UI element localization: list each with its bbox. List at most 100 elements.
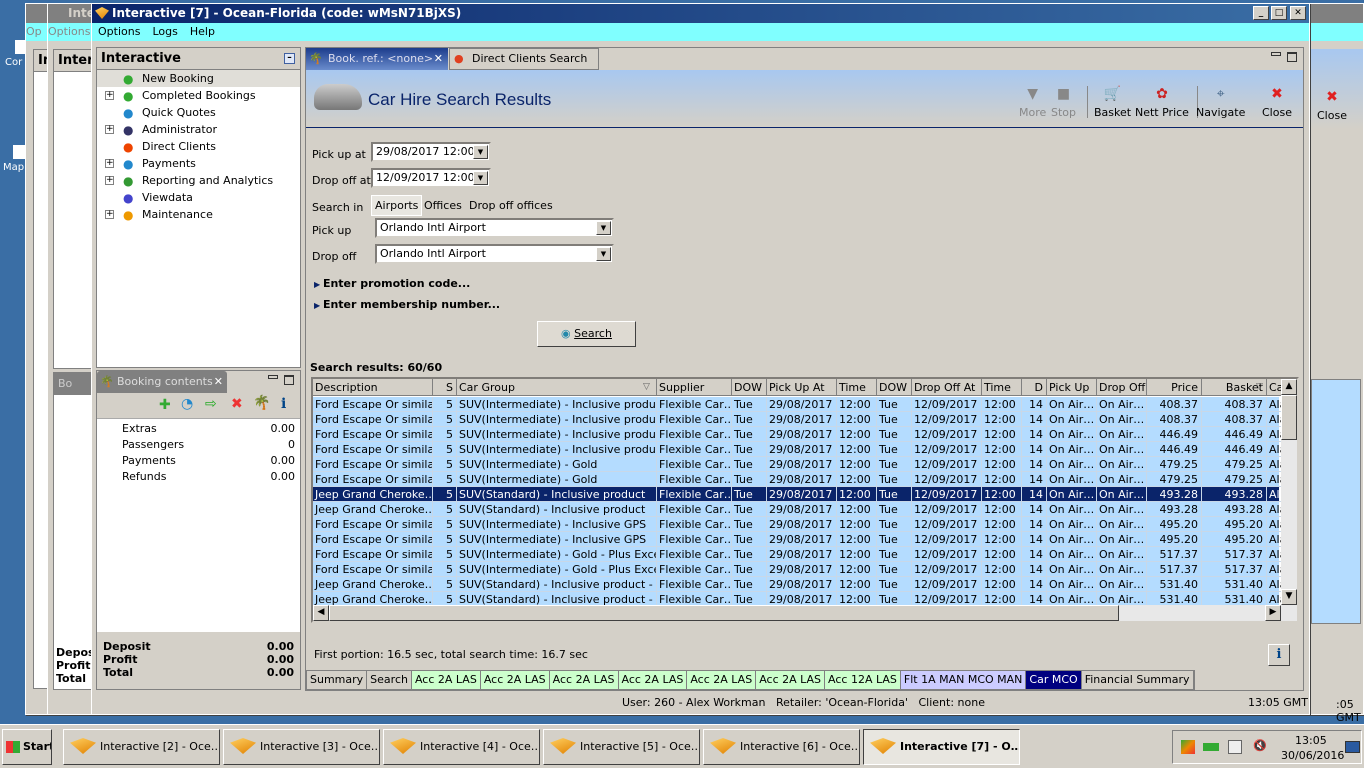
menu-help[interactable]: Help	[184, 25, 221, 38]
scroll-down-icon[interactable]: ▼	[1281, 589, 1297, 605]
taskbar-item[interactable]: Interactive [2] - Oce…	[63, 729, 220, 765]
nav-item[interactable]: + ● Reporting and Analytics	[97, 172, 300, 189]
search-button[interactable]: ◉ Search	[537, 321, 636, 347]
minimize-panel-icon[interactable]	[268, 375, 278, 379]
close-tab-icon[interactable]: ✕	[434, 48, 443, 70]
bottom-tab[interactable]: Acc 12A LAS	[825, 671, 901, 689]
scroll-up-icon[interactable]: ▲	[1281, 379, 1297, 395]
dropdown-arrow-icon[interactable]: ▼	[473, 171, 488, 185]
search-in-dropoff-offices[interactable]: Drop off offices	[469, 199, 553, 212]
palm-tree-icon[interactable]: 🌴	[253, 395, 270, 411]
taskbar-item[interactable]: Interactive [5] - Oce…	[543, 729, 700, 765]
taskbar-item[interactable]: Interactive [6] - Oce…	[703, 729, 860, 765]
bottom-tab[interactable]: Acc 2A LAS	[756, 671, 826, 689]
column-header[interactable]: Price	[1147, 379, 1202, 396]
tab-direct-clients-search[interactable]: ● Direct Clients Search	[449, 48, 599, 70]
bottom-tab[interactable]: Acc 2A LAS	[549, 671, 619, 689]
nav-item[interactable]: ● Direct Clients	[97, 138, 300, 155]
close-tab-icon[interactable]: ✕	[214, 371, 223, 393]
maximize-button[interactable]: □	[1271, 6, 1287, 20]
nav-item[interactable]: + ● Completed Bookings	[97, 87, 300, 104]
filter-icon[interactable]: ▽	[643, 379, 653, 396]
table-row[interactable]: Ford Escape Or simila… 5 SUV(Intermediate)…	[313, 532, 1285, 547]
promotion-code-expander[interactable]: ▶ Enter promotion code...	[314, 277, 470, 290]
column-header[interactable]: Drop Off At	[912, 379, 982, 396]
table-row[interactable]: Ford Escape Or simila… 5 SUV(Intermediate)…	[313, 472, 1285, 487]
nav-item[interactable]: + ● Maintenance	[97, 206, 300, 223]
back-close-button[interactable]: ✖ Close	[1317, 89, 1347, 122]
bottom-tab[interactable]: Acc 2A LAS	[411, 671, 481, 689]
show-desktop-icon[interactable]	[1345, 741, 1360, 753]
menu-logs[interactable]: Logs	[146, 25, 183, 38]
tab-booking-ref[interactable]: 🌴 Book. ref.: <none> ✕	[306, 48, 448, 70]
pickup-location-select[interactable]: Orlando Intl Airport ▼	[375, 218, 614, 238]
membership-number-expander[interactable]: ▶ Enter membership number...	[314, 298, 500, 311]
table-row[interactable]: Jeep Grand Cheroke… 5 SUV(Standard) - Incl…	[313, 487, 1285, 502]
nav-item[interactable]: + ● Administrator	[97, 121, 300, 138]
minimize-button[interactable]: _	[1253, 6, 1269, 20]
bottom-tab[interactable]: Acc 2A LAS	[480, 671, 550, 689]
bottom-tab[interactable]: Car MCO	[1026, 671, 1082, 689]
column-header[interactable]: Car Group	[457, 379, 657, 396]
column-header[interactable]: Time	[837, 379, 877, 396]
column-header[interactable]: Description	[313, 379, 433, 396]
column-header[interactable]: Pick Up At	[767, 379, 837, 396]
nett-price-button[interactable]: ✿ Nett Price	[1135, 86, 1189, 119]
nav-item[interactable]: ● Viewdata	[97, 189, 300, 206]
taskbar-item[interactable]: Interactive [3] - Oce…	[223, 729, 380, 765]
dropoff-datetime-field[interactable]: 12/09/2017 12:00 ▼	[371, 168, 491, 188]
basket-button[interactable]: 🛒 Basket	[1094, 86, 1131, 119]
horizontal-scrollbar[interactable]: ◀ ▶	[313, 605, 1297, 621]
more-button[interactable]: ▼ More	[1019, 86, 1046, 119]
expand-icon[interactable]: +	[105, 125, 114, 134]
bottom-tab[interactable]: Flt 1A MAN MCO MAN	[900, 671, 1027, 689]
scroll-right-icon[interactable]: ▶	[1265, 605, 1281, 621]
table-row[interactable]: Jeep Grand Cheroke… 5 SUV(Standard) - Incl…	[313, 577, 1285, 592]
table-row[interactable]: Ford Escape Or simila… 5 SUV(Intermediate)…	[313, 562, 1285, 577]
bottom-tab[interactable]: Acc 2A LAS	[618, 671, 688, 689]
search-in-offices[interactable]: Offices	[424, 199, 462, 212]
column-header[interactable]: Pick Up	[1047, 379, 1097, 396]
column-header[interactable]: Drop Off	[1097, 379, 1147, 396]
navigate-button[interactable]: ⌖ Navigate	[1196, 86, 1245, 119]
bottom-tab[interactable]: Summary	[307, 671, 368, 689]
nav-item[interactable]: + ● Payments	[97, 155, 300, 172]
expand-icon[interactable]: +	[105, 210, 114, 219]
expand-icon[interactable]: +	[105, 91, 114, 100]
table-row[interactable]: Ford Escape Or simila… 5 SUV(Intermediate)…	[313, 442, 1285, 457]
taskbar-item[interactable]: Interactive [7] - O…	[863, 729, 1020, 765]
dropdown-arrow-icon[interactable]: ▼	[473, 145, 488, 159]
info-icon[interactable]: i	[281, 396, 286, 412]
column-header[interactable]: DOW	[732, 379, 767, 396]
column-header[interactable]: D	[1022, 379, 1047, 396]
close-window-button[interactable]: ✕	[1290, 6, 1306, 20]
table-row[interactable]: Ford Escape Or simila… 5 SUV(Intermediate)…	[313, 397, 1285, 412]
search-in-airports[interactable]: Airports	[371, 195, 423, 216]
table-row[interactable]: Ford Escape Or simila… 5 SUV(Intermediate)…	[313, 517, 1285, 532]
antivirus-icon[interactable]	[1181, 740, 1195, 754]
booking-contents-tab[interactable]: 🌴 Booking contents ✕	[97, 371, 227, 393]
taskbar-item[interactable]: Interactive [4] - Oce…	[383, 729, 540, 765]
table-row[interactable]: Ford Escape Or simila… 5 SUV(Intermediate)…	[313, 547, 1285, 562]
minimize-panel-icon[interactable]	[1271, 52, 1281, 56]
scroll-left-icon[interactable]: ◀	[313, 605, 329, 621]
table-row[interactable]: Ford Escape Or simila… 5 SUV(Intermediate)…	[313, 412, 1285, 427]
maximize-panel-icon[interactable]	[284, 375, 294, 385]
add-icon[interactable]: ✚	[159, 397, 171, 413]
expand-icon[interactable]: +	[105, 159, 114, 168]
collapse-icon[interactable]: –	[284, 53, 295, 64]
start-button[interactable]: Start	[2, 729, 52, 765]
scroll-thumb[interactable]	[1281, 395, 1297, 440]
expand-icon[interactable]: +	[105, 176, 114, 185]
menu-options[interactable]: Options	[92, 25, 146, 38]
network-card-icon[interactable]	[1203, 743, 1219, 751]
bottom-tab[interactable]: Search	[367, 671, 412, 689]
table-row[interactable]: Ford Escape Or simila… 5 SUV(Intermediate)…	[313, 427, 1285, 442]
horizontal-scroll-thumb[interactable]	[329, 605, 1119, 621]
main-window[interactable]: Interactive [7] - Ocean-Florida (code: w…	[91, 3, 1310, 715]
dropdown-arrow-icon[interactable]: ▼	[596, 221, 611, 235]
column-header[interactable]: S	[433, 379, 457, 396]
network-icon[interactable]	[1228, 740, 1242, 754]
sort-desc-icon[interactable]: ▽	[1256, 379, 1266, 396]
vertical-scrollbar[interactable]: ▲ ▼	[1281, 379, 1297, 605]
